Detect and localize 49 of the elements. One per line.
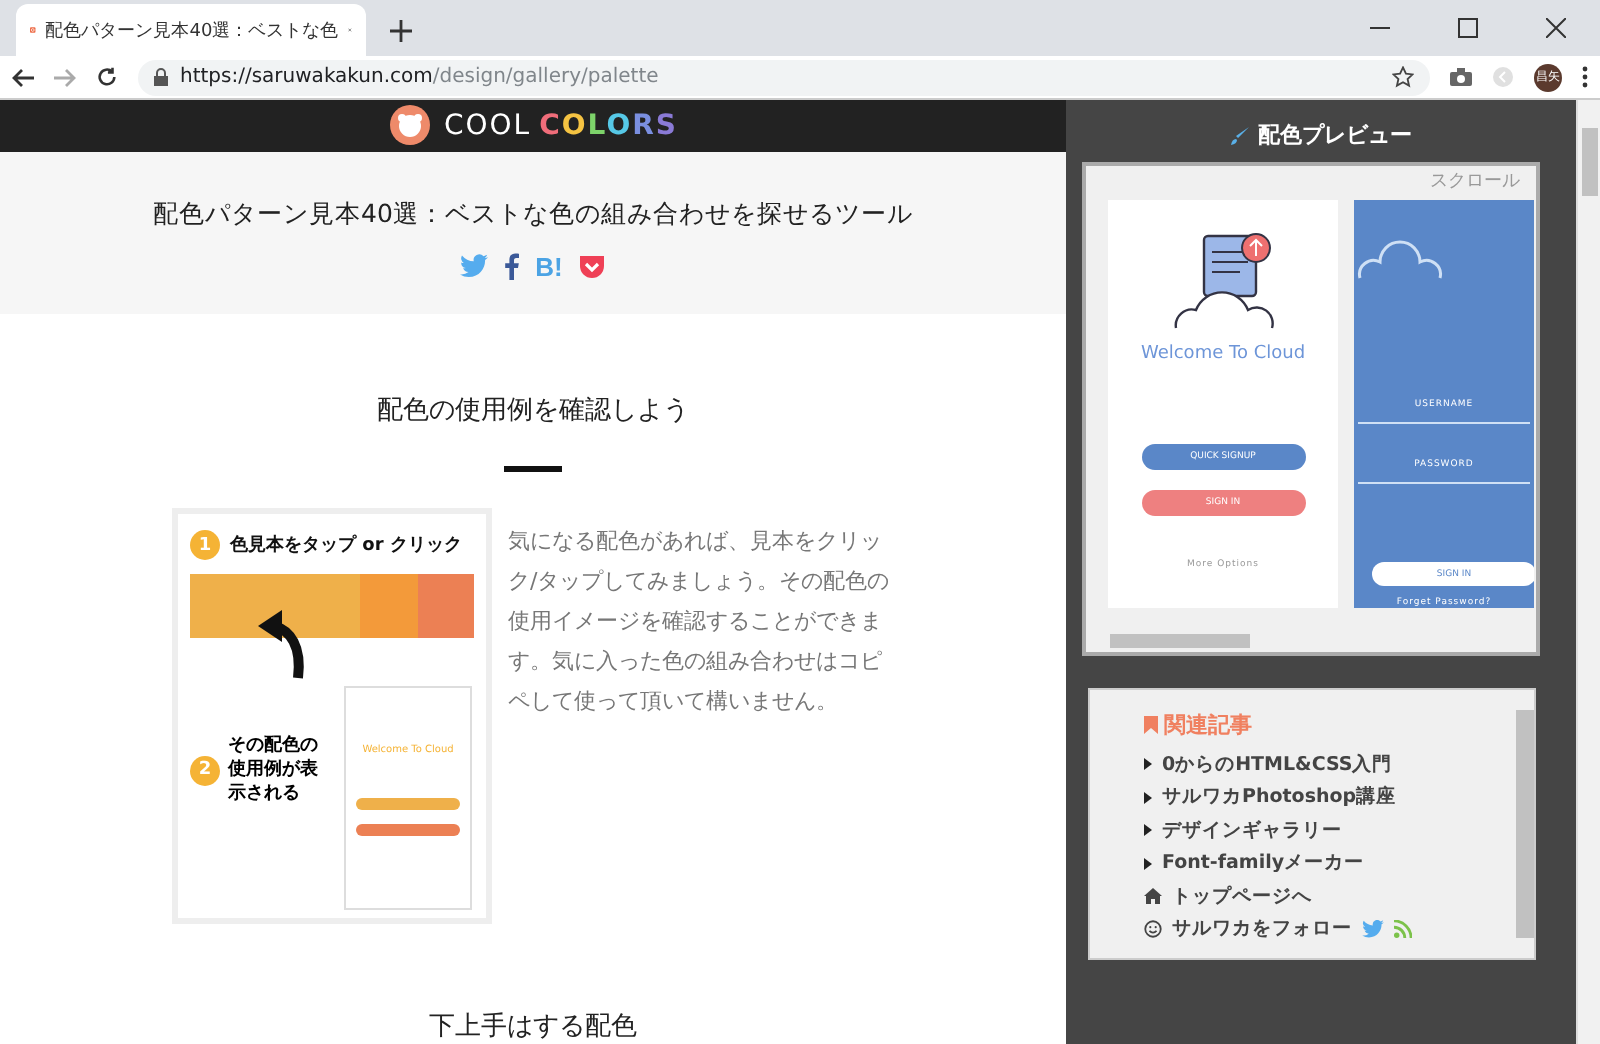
site-logo[interactable]: COOL CO LORS: [443, 110, 678, 143]
color-swatch[interactable]: [190, 574, 361, 638]
related-link[interactable]: 0からのHTML&CSS入門: [1144, 751, 1514, 777]
caret-right-icon: [1144, 791, 1152, 803]
color-swatch[interactable]: [417, 574, 475, 638]
caret-right-icon: [1144, 758, 1152, 770]
page-title: 配色パターン見本40選：ベストな色の組み合わせを探せるツール: [153, 197, 913, 232]
step-text: その配色の使用例が表示される: [228, 734, 320, 807]
url-path: /design/gallery/palette: [432, 66, 659, 88]
browser-tab[interactable]: 配色パターン見本40選：ベストな色: [16, 4, 366, 56]
tab-title: 配色パターン見本40選：ベストな色: [45, 19, 339, 43]
back-button[interactable]: [12, 67, 34, 87]
color-swatch[interactable]: [360, 574, 418, 638]
step-text: 色見本をタップ or クリック: [230, 532, 462, 558]
menu-icon[interactable]: [1582, 66, 1588, 88]
related-link[interactable]: サルワカPhotoshop講座: [1144, 784, 1514, 810]
close-icon[interactable]: [1546, 18, 1566, 38]
step-number: 1: [190, 530, 220, 560]
related-link[interactable]: トップページへ: [1144, 883, 1514, 909]
scrollbar-thumb[interactable]: [1110, 633, 1250, 647]
scroll-hint: スクロール: [1430, 170, 1520, 194]
step-number: 2: [190, 755, 220, 786]
page-scrollbar-thumb[interactable]: [1581, 128, 1597, 196]
maximize-icon[interactable]: [1458, 18, 1478, 38]
camera-icon[interactable]: [1450, 68, 1472, 86]
bookmark-icon: [1144, 716, 1158, 734]
new-tab-button[interactable]: [390, 20, 412, 42]
address-bar[interactable]: https://saruwakakun.com/design/gallery/palette: [138, 59, 1430, 95]
preview-title: 配色プレビュー: [1258, 120, 1412, 150]
brush-icon: [1230, 125, 1250, 145]
related-title: 関連記事: [1164, 710, 1252, 740]
related-link[interactable]: デザインギャラリー: [1144, 817, 1514, 843]
home-icon: [1144, 888, 1162, 904]
description-paragraph: 気になる配色があれば、見本をクリック/タップしてみましょう。その配色の使用イメージを確認することができます。気に入った色の組み合わせはコピペして使って頂いて構いません。: [508, 526, 892, 718]
section-heading: 配色の使用例を確認しよう: [377, 394, 689, 428]
cloud-icon: [1354, 236, 1446, 280]
pocket-icon[interactable]: [578, 253, 607, 280]
star-icon[interactable]: [1392, 66, 1414, 88]
caret-right-icon: [1144, 824, 1152, 836]
phone-title: Welcome To Cloud: [1140, 344, 1306, 364]
reload-button[interactable]: [96, 66, 118, 88]
section-heading: 下上手はする配色: [429, 1010, 637, 1044]
smiley-icon: [1144, 920, 1162, 938]
url-host: https://saruwakakun.com: [180, 66, 433, 88]
scrollbar-thumb[interactable]: [1515, 710, 1533, 938]
related-link[interactable]: Font-familyメーカー: [1144, 850, 1514, 876]
lock-icon: [154, 68, 168, 86]
caret-right-icon: [1144, 857, 1152, 869]
facebook-f-icon[interactable]: [503, 252, 520, 281]
